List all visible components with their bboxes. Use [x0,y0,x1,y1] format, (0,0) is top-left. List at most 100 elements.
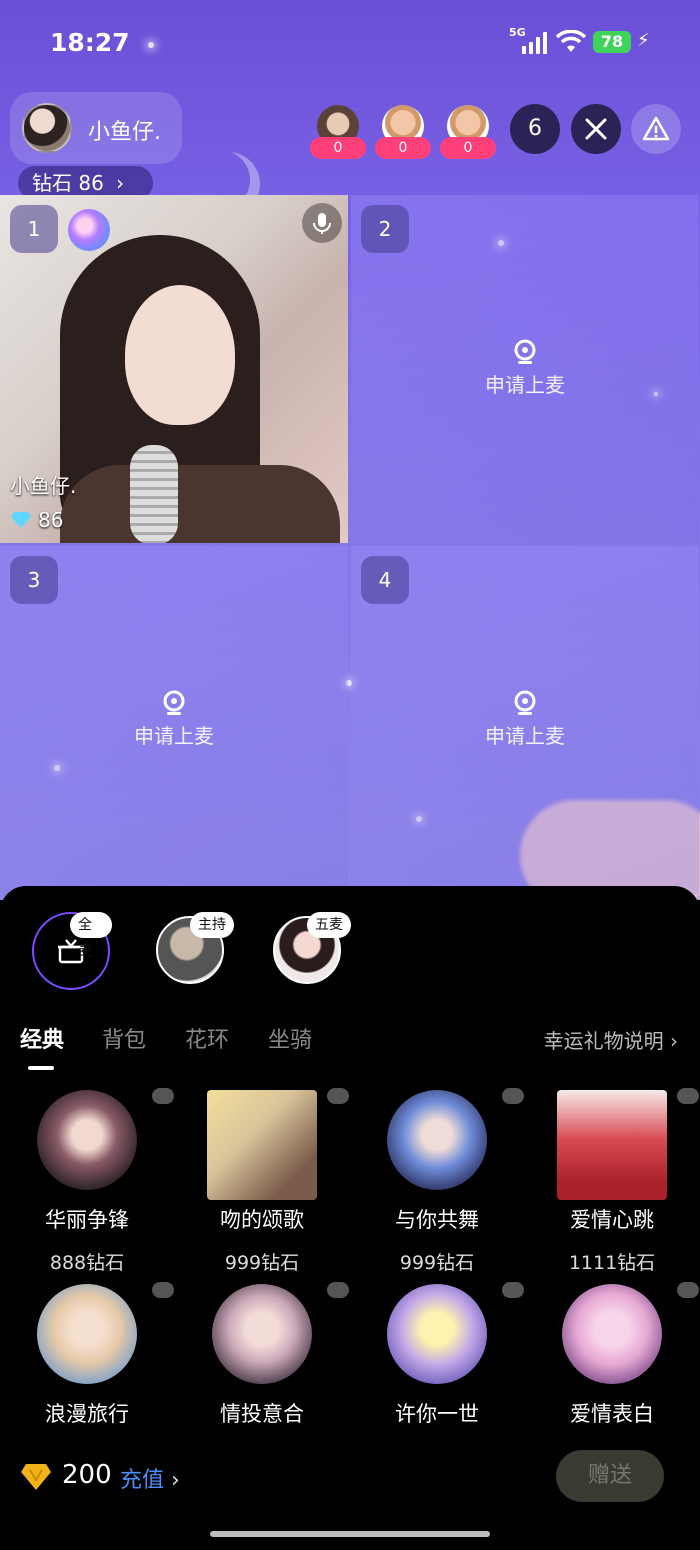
gift-price: 999钻石 [399,1252,475,1274]
diamond-label: 钻石 [32,171,72,195]
chevron-right-icon: › [670,1029,678,1053]
camera-icon [163,690,185,715]
gift-price: 999钻石 [224,1252,300,1274]
seat-number: 1 [10,205,58,253]
host-name: 小鱼仔. [88,120,161,145]
gift-item[interactable]: 爱情表白 [525,1282,699,1442]
viewer-count: 0 [440,137,496,159]
gift-item[interactable]: 情投意合 [175,1282,349,1442]
apply-mic-button[interactable]: 申请上麦 [351,339,699,398]
gift-item[interactable]: 爱情心跳 1111钻石 [525,1088,699,1275]
mic-seat-1[interactable]: 1 小鱼仔. 86 [0,195,348,543]
tab-wreath[interactable]: 花环 [185,1022,229,1054]
seat-number: 4 [361,556,409,604]
target-tag: 主持 [190,912,234,938]
gift-item[interactable]: 华丽争锋 888钻石 [0,1088,174,1275]
gift-name: 与你共舞 [395,1208,479,1232]
apply-mic-button[interactable]: 申请上麦 [351,690,699,749]
gift-price: 1111钻石 [568,1252,656,1274]
chevron-right-icon: › [116,171,125,195]
avatar[interactable] [22,103,72,153]
camera-icon [514,690,536,715]
gift-name: 情投意合 [220,1402,304,1426]
active-tab-indicator [28,1066,54,1070]
mic-seat-2[interactable]: 2 申请上麦 [351,195,699,543]
tag-icon [677,1088,699,1104]
gold-diamond-icon [21,1464,51,1490]
send-gift-button[interactable]: 赠送 [556,1450,664,1502]
apply-mic-label: 申请上麦 [134,724,214,748]
gift-item[interactable]: 与你共舞 999钻石 [350,1088,524,1275]
close-icon [585,118,607,140]
target-tag: 五麦 [307,912,351,938]
gift-footer: 200 充值 › 赠送 [0,1436,700,1516]
tab-classic[interactable]: 经典 [20,1022,64,1054]
gift-image [557,1090,667,1200]
gift-item[interactable]: 许你一世 [350,1282,524,1442]
diamond-value: 86 [78,171,104,195]
mic-seat-4[interactable]: 4 申请上麦 [351,546,699,894]
gift-image [212,1284,312,1384]
target-tag: 全麦 [70,912,112,959]
warning-icon [642,116,670,141]
lucky-gift-info-link[interactable]: 幸运礼物说明 › [544,1025,678,1054]
tag-icon [327,1282,349,1298]
viewer-avatar[interactable]: 0 [310,105,366,159]
tag-icon [502,1088,524,1104]
gift-item[interactable]: 浪漫旅行 [0,1282,174,1442]
gift-name: 华丽争锋 [45,1208,129,1232]
diamond-icon [11,512,31,528]
chevron-right-icon: › [171,1468,180,1493]
tab-backpack[interactable]: 背包 [102,1022,146,1054]
gift-name: 爱情心跳 [570,1208,654,1232]
battery-indicator: 78 [593,31,631,53]
close-button[interactable] [571,104,621,154]
camera-icon [514,339,536,364]
target-all-mics[interactable]: 全麦 [32,912,112,992]
tag-icon [152,1282,174,1298]
apply-mic-label: 申请上麦 [485,373,565,397]
voice-room: 18:27 5G 78 ⚡ 小鱼仔. 钻石 86 › 0 0 0 6 1 小鱼仔… [0,0,700,900]
gift-name: 浪漫旅行 [45,1402,129,1426]
mic-seat-3[interactable]: 3 申请上麦 [0,546,348,894]
gift-image [37,1284,137,1384]
gift-image [562,1284,662,1384]
status-bar: 18:27 5G 78 ⚡ [0,0,700,88]
signal-icon [520,32,548,54]
seat-diamond-value: 86 [38,508,64,532]
gift-name: 许你一世 [395,1402,479,1426]
viewer-count: 0 [310,137,366,159]
gift-image [387,1284,487,1384]
recharge-label: 充值 [120,1468,165,1493]
viewer-avatar[interactable]: 0 [440,105,496,159]
seat-number: 2 [361,205,409,253]
apply-mic-label: 申请上麦 [485,724,565,748]
seat-diamonds: 86 [10,508,63,532]
tag-icon [327,1088,349,1104]
gift-name: 吻的颂歌 [220,1208,304,1232]
lucky-gift-info-label: 幸运礼物说明 [543,1029,664,1053]
online-count-button[interactable]: 6 [510,104,560,154]
mic-toggle-button[interactable] [302,203,342,243]
tag-icon [677,1282,699,1298]
target-mic-five[interactable]: 五麦 [273,912,353,992]
host-profile-pill[interactable]: 小鱼仔. [10,92,182,164]
viewer-count: 0 [375,137,431,159]
gift-image [387,1090,487,1190]
badge-icon [68,209,110,251]
apply-mic-button[interactable]: 申请上麦 [0,690,348,749]
report-button[interactable] [631,104,681,154]
gift-name: 爱情表白 [570,1402,654,1426]
seat-number: 3 [10,556,58,604]
viewer-avatar[interactable]: 0 [375,105,431,159]
target-host[interactable]: 主持 [156,912,236,992]
seat-user-name: 小鱼仔. [10,474,77,498]
gift-price: 888钻石 [49,1252,125,1274]
microphone-image [130,445,178,543]
gift-item[interactable]: 吻的颂歌 999钻石 [175,1088,349,1275]
wifi-icon [556,30,586,52]
gift-image [207,1090,317,1200]
home-indicator [210,1531,490,1537]
recharge-link[interactable]: 充值 › [120,1462,180,1494]
tab-mount[interactable]: 坐骑 [268,1022,312,1054]
